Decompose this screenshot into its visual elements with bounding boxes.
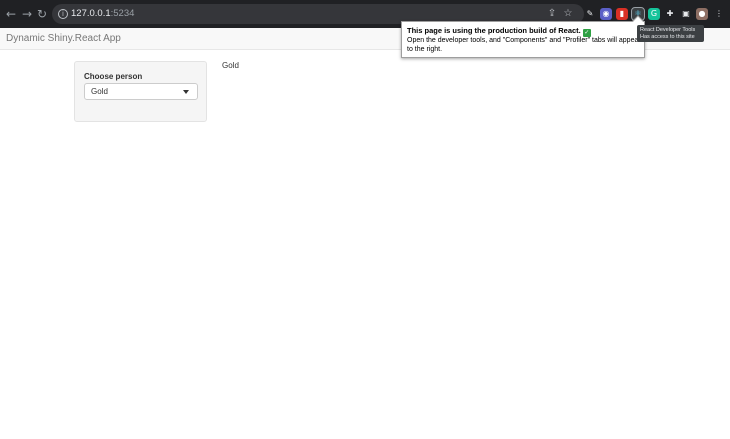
person-select[interactable]: Gold (84, 83, 198, 100)
sidepanel-icon[interactable]: ▣ (680, 8, 692, 20)
extension-tooltip: React Developer Tools Has access to this… (637, 25, 704, 42)
url-text: 127.0.0.1:5234 (71, 8, 134, 20)
choose-person-label: Choose person (84, 72, 143, 81)
menu-kebab-icon[interactable]: ⋮ (713, 8, 725, 20)
puzzle-extensions-icon[interactable]: ✚ (664, 8, 676, 20)
bookmark-star-icon[interactable]: ☆ (562, 8, 574, 20)
url-port: :5234 (110, 8, 135, 19)
shield-extension-icon[interactable]: ▮ (616, 8, 628, 20)
share-icon[interactable]: ⇪ (546, 8, 558, 20)
popup-title-text: This page is using the production build … (407, 26, 581, 35)
tooltip-line-1: React Developer Tools (640, 27, 696, 33)
popup-body: Open the developer tools, and "Component… (407, 37, 641, 53)
selected-person-output: Gold (222, 61, 239, 70)
tooltip-line-2: Has access to this site (640, 34, 695, 40)
pen-extension-icon[interactable]: ✎ (584, 8, 596, 20)
sidebar-panel: Choose person Gold (74, 61, 207, 122)
site-info-icon[interactable]: i (58, 9, 68, 19)
reload-icon[interactable]: ↻ (35, 7, 49, 21)
grammarly-icon[interactable]: G (648, 8, 660, 20)
app-title[interactable]: Dynamic Shiny.React App (6, 32, 121, 45)
forward-icon[interactable]: → (20, 7, 34, 21)
vpn-extension-icon[interactable]: ◉ (600, 8, 612, 20)
react-devtools-popup: This page is using the production build … (401, 15, 645, 58)
back-icon[interactable]: ← (4, 7, 18, 21)
person-select-value: Gold (91, 87, 108, 96)
url-host: 127.0.0.1 (71, 8, 111, 19)
dropdown-caret-icon (183, 90, 189, 94)
profile-avatar-icon[interactable]: ● (696, 8, 708, 20)
